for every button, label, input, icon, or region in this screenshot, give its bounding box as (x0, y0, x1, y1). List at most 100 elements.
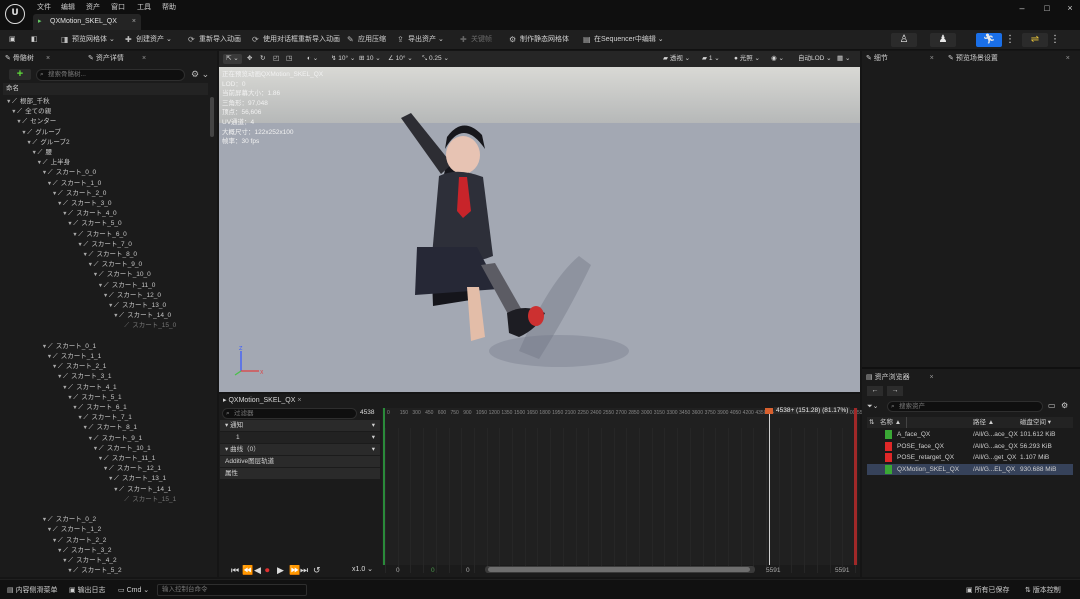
loop-icon[interactable]: ↺ (313, 565, 321, 575)
keyframe-button[interactable]: ✚ 关键帧 (460, 34, 492, 46)
track-options-icon[interactable]: ▾ (372, 444, 375, 455)
mode-more-icon[interactable]: ⋮ (1005, 33, 1015, 47)
tab-skeleton-tree[interactable]: ✎ 骨骼树 (5, 53, 34, 65)
bone-row[interactable]: ▼⟋ スカート_3_1 (57, 372, 111, 382)
track-row[interactable]: 属性 (220, 468, 380, 479)
menu-window[interactable]: 窗口 (111, 2, 125, 12)
create-asset-button[interactable]: ✚ 创建资产 ⌄ (125, 34, 172, 46)
menu-file[interactable]: 文件 (37, 2, 51, 12)
bone-row[interactable]: ▼⟋ スカート_11_1 (98, 454, 156, 464)
make-static-mesh-button[interactable]: ⚙ 制作静态网格体 (509, 34, 569, 46)
bone-row[interactable]: ▼⟋ グルーブ (21, 128, 61, 138)
playback-speed-button[interactable]: x1.0 ⌄ (352, 565, 373, 575)
preview-mesh-button[interactable]: ◨ 预览网格体 ⌄ (61, 34, 115, 46)
bone-row[interactable]: ▼⟋ スカート_5_2 (67, 566, 121, 575)
forward-arrow-icon[interactable]: → (887, 386, 903, 396)
skip-to-end-icon[interactable]: ⏭ (300, 565, 308, 575)
record-icon[interactable]: ⏺ (265, 565, 270, 575)
blueprint-mode-button[interactable]: ⇌ (1022, 33, 1048, 47)
console-command-input[interactable]: 输入控制台命令 (157, 584, 307, 596)
bone-row[interactable]: ▼⟋ スカート_0_2 (42, 515, 96, 525)
bone-row[interactable]: ▼⟋ スカート_0_1 (42, 342, 96, 352)
timeline-scrollbar[interactable] (485, 566, 755, 573)
menu-tools[interactable]: 工具 (137, 2, 151, 12)
apply-compression-button[interactable]: ✎ 应用压缩 (347, 34, 386, 46)
bone-row[interactable]: ▼⟋ 上半身 (37, 158, 71, 168)
reimport-button[interactable]: ⟳ 重新导入动画 (188, 34, 241, 46)
end-marker[interactable] (854, 408, 857, 565)
bone-row[interactable]: ▼⟋ スカート_9_0 (88, 260, 142, 270)
playhead-marker[interactable] (765, 408, 773, 414)
step-forward-icon[interactable]: ⏩ (289, 565, 300, 575)
save-icon[interactable]: ▣ (9, 34, 16, 46)
menu-asset[interactable]: 资产 (86, 2, 100, 12)
mesh-mode-button[interactable]: ♟ (930, 33, 956, 47)
bone-row[interactable]: ▼⟋ スカート_1_2 (47, 525, 101, 535)
minimize-icon[interactable]: – (1014, 2, 1030, 14)
unreal-logo-icon[interactable]: U (5, 4, 25, 24)
bone-row[interactable]: ▼⟋ スカート_13_0 (108, 301, 166, 311)
track-row[interactable]: ▾ 曲线（0） ▾ (220, 444, 380, 455)
bone-row[interactable]: ▼⟋ スカート_14_1 (113, 485, 171, 495)
skeleton-search-input[interactable]: ⌕ 搜索骨骼树... (36, 69, 185, 81)
tab-close-icon[interactable]: × (46, 53, 50, 65)
bone-row[interactable]: ▼⟋ スカート_8_1 (83, 423, 137, 433)
asset-row[interactable]: A_face_QX/All/G...ace_QX 101.612 KiB (867, 429, 1073, 440)
back-arrow-icon[interactable]: ← (867, 386, 883, 396)
play-icon[interactable]: ▶ (277, 565, 284, 575)
bone-row[interactable]: ▼⟋ スカート_4_1 (62, 383, 116, 393)
bone-row[interactable]: ▼⟋ スカート_6_1 (72, 403, 126, 413)
bone-row[interactable]: ▼⟋ スカート_10_1 (93, 444, 151, 454)
browse-icon[interactable]: ◧ (31, 34, 38, 46)
folder-icon[interactable]: ▭ (1048, 401, 1056, 410)
source-control-button[interactable]: ⇅ 版本控制 (1025, 586, 1061, 595)
maximize-icon[interactable]: □ (1039, 2, 1055, 14)
asset-row[interactable]: POSE_retarget_QX/All/G...get_QX 1.107 MiB (867, 452, 1073, 463)
skip-to-start-icon[interactable]: ⏮ (231, 565, 239, 575)
bone-row[interactable]: ▼⟋ スカート_4_2 (62, 556, 116, 566)
play-reverse-icon[interactable]: ◀ (254, 565, 261, 575)
bone-row[interactable]: ▼⟋ スカート_13_1 (108, 474, 166, 484)
close-tab-icon[interactable]: × (132, 14, 136, 30)
range-start-value[interactable]: 0 (396, 567, 400, 574)
bone-row[interactable]: ▼⟋ グルーブ2 (26, 138, 69, 148)
track-options-icon[interactable]: ▾ (372, 432, 375, 443)
asset-row[interactable]: POSE_face_QX/All/G...ace_QX 56.293 KiB (867, 441, 1073, 452)
bone-row[interactable]: ▼⟋ スカート_9_1 (88, 434, 142, 444)
range-end-value[interactable]: 5591 (835, 567, 849, 574)
close-window-icon[interactable]: × (1062, 2, 1078, 14)
bone-row[interactable]: ▼⟋ スカート_10_0 (93, 270, 151, 280)
bone-row[interactable]: ▼⟋ スカート_5_1 (67, 393, 121, 403)
bone-row[interactable]: ▼⟋ スカート_5_0 (67, 219, 121, 229)
save-all-status[interactable]: ▣ 所有已保存 (966, 586, 1010, 595)
track-options-icon[interactable]: ▾ (372, 420, 375, 431)
filter-icon[interactable]: ⏷⌄ (867, 402, 878, 411)
column-header-name[interactable]: 名称 ▲ (880, 417, 901, 428)
bone-row[interactable]: ▼⟋ スカート_7_1 (77, 413, 131, 423)
bone-row[interactable]: ▼⟋ スカート_6_0 (72, 230, 126, 240)
range-mid-value[interactable]: 0 (431, 567, 435, 574)
bone-row[interactable]: ▼⟋ 腰 (32, 148, 53, 158)
timeline-scroll-thumb[interactable] (488, 567, 750, 572)
bone-row[interactable]: ▼⟋ スカート_2_0 (52, 189, 106, 199)
bone-row[interactable]: ⟋ スカート_15_1 (118, 495, 176, 505)
bone-row[interactable]: ▼⟋ スカート_12_0 (103, 291, 161, 301)
bone-row[interactable]: ▼⟋ スカート_2_2 (52, 536, 106, 546)
bone-row[interactable]: ⟋ スカート_15_0 (118, 321, 176, 331)
tab-close-icon[interactable]: × (142, 53, 146, 65)
close-tab-icon[interactable]: × (1066, 55, 1070, 62)
tab-asset-browser[interactable]: ▤ 资产浏览器 × (866, 372, 934, 384)
close-tab-icon[interactable]: × (930, 374, 934, 381)
reimport-dialog-button[interactable]: ⟳ 使用对话框重新导入动画 (252, 34, 340, 46)
column-header-path[interactable]: 路径 ▲ (973, 417, 994, 428)
playhead-line[interactable] (769, 408, 770, 565)
bone-row[interactable]: ▼⟋ 根部_千秋 (6, 97, 50, 107)
edit-in-sequencer-button[interactable]: ▤ 在Sequencer中编辑 ⌄ (583, 34, 664, 46)
bone-row[interactable]: ▼⟋ スカート_11_0 (98, 281, 156, 291)
bone-row[interactable]: ▼⟋ スカート_3_0 (57, 199, 111, 209)
track-filter-input[interactable]: ⌕ 过滤器 (222, 408, 357, 419)
start-marker[interactable] (383, 408, 385, 565)
bone-row[interactable]: ▼⟋ スカート_3_2 (57, 546, 111, 556)
animation-mode-button[interactable]: 🏃︎ (976, 33, 1002, 47)
bone-row[interactable]: ▼⟋ 全ての親 (11, 107, 51, 117)
